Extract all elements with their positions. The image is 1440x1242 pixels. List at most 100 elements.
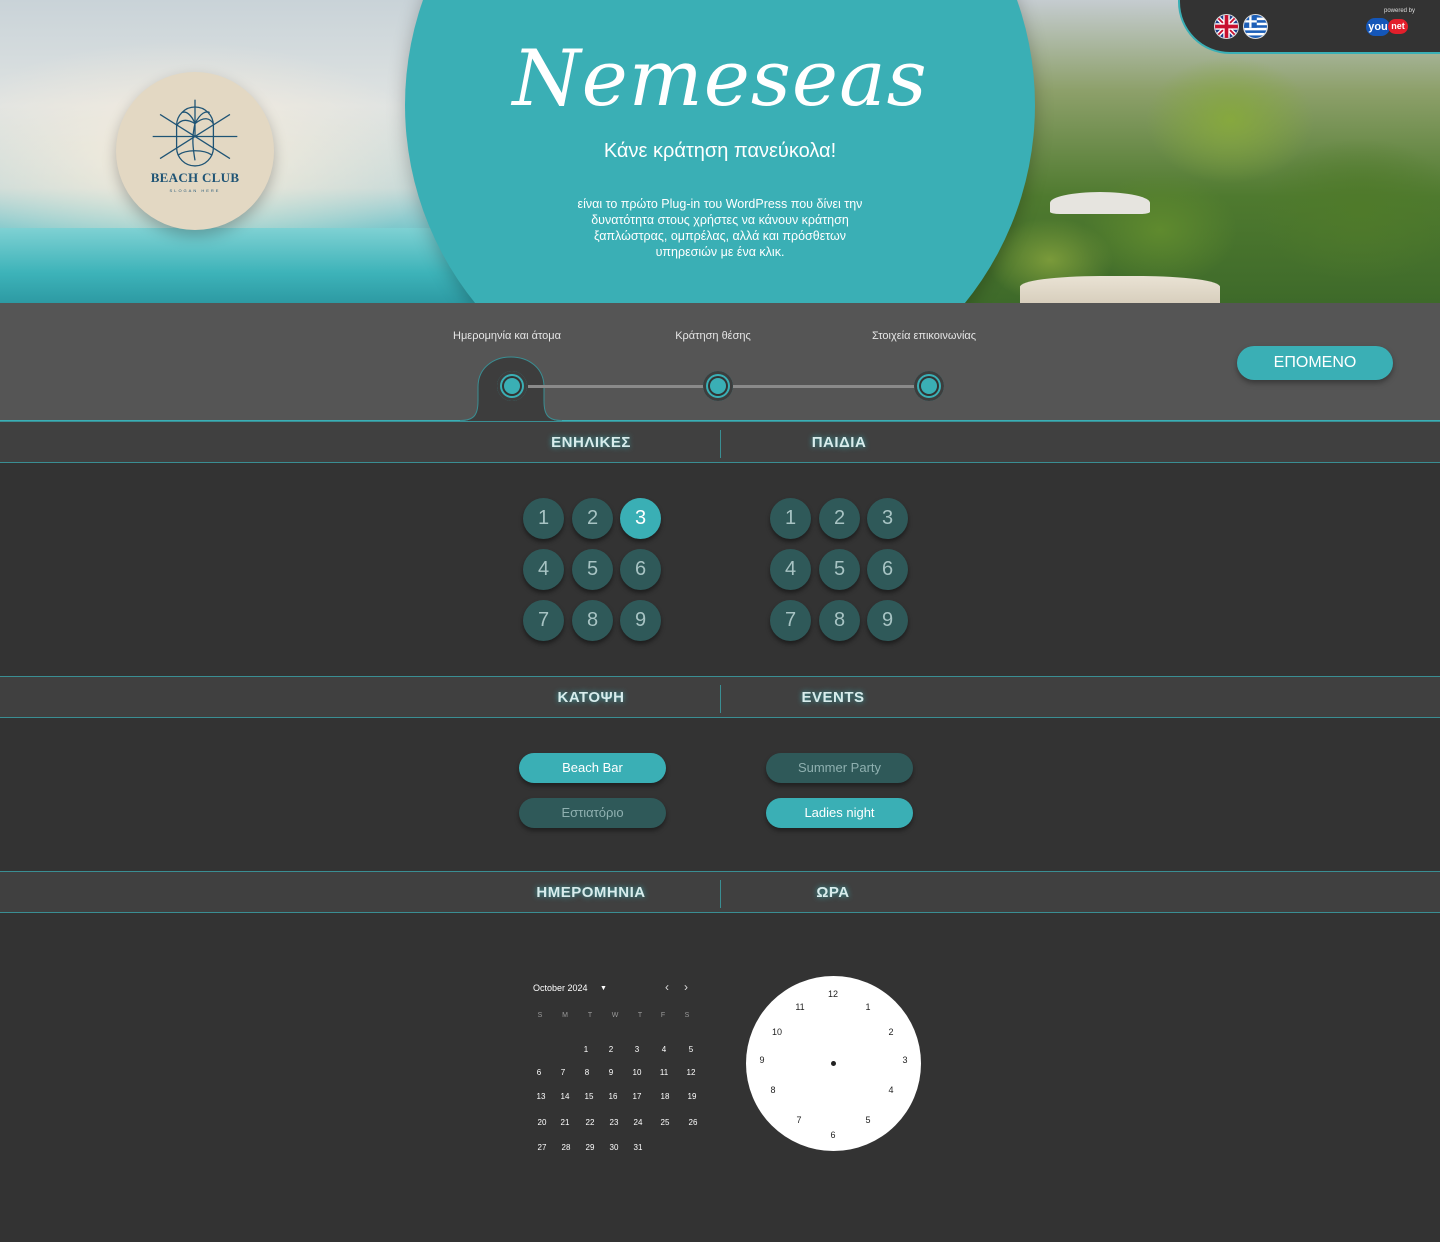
adults-option-2[interactable]: 2	[572, 498, 613, 539]
weekday-label: T	[637, 1012, 643, 1019]
children-option-8[interactable]: 8	[819, 600, 860, 641]
calendar-day[interactable]: 8	[575, 1068, 599, 1077]
caret-down-icon[interactable]: ▼	[600, 985, 607, 992]
calendar-day[interactable]: 14	[553, 1092, 577, 1101]
calendar-day[interactable]: 30	[602, 1143, 626, 1152]
calendar-day[interactable]: 18	[653, 1092, 677, 1101]
greek-flag-icon[interactable]	[1243, 14, 1268, 39]
children-option-2[interactable]: 2	[819, 498, 860, 539]
step-dot-date[interactable]	[497, 371, 527, 401]
step-label-contact: Στοιχεία επικοινωνίας	[871, 330, 977, 342]
weekday-label: T	[587, 1012, 593, 1019]
floor-title: ΚΑΤΟΨΗ	[557, 689, 625, 706]
calendar-day[interactable]: 7	[551, 1068, 575, 1077]
calendar-day[interactable]: 13	[529, 1092, 553, 1101]
event-ladies-night[interactable]: Ladies night	[766, 798, 913, 828]
calendar-day[interactable]: 12	[679, 1068, 703, 1077]
younet-you: you	[1366, 18, 1390, 36]
children-option-7[interactable]: 7	[770, 600, 811, 641]
adults-option-8[interactable]: 8	[572, 600, 613, 641]
calendar-day[interactable]: 2	[599, 1045, 623, 1054]
step-connector-2	[733, 385, 915, 388]
calendar-day[interactable]: 6	[527, 1068, 551, 1077]
date-title: ΗΜΕΡΟΜΗΝΙΑ	[536, 884, 646, 901]
logo-slogan: SLOGAN HERE	[169, 187, 221, 193]
calendar-day[interactable]: 23	[602, 1118, 626, 1127]
calendar-day[interactable]: 25	[653, 1118, 677, 1127]
adults-option-6[interactable]: 6	[620, 549, 661, 590]
children-option-1[interactable]: 1	[770, 498, 811, 539]
events-title: EVENTS	[801, 689, 865, 706]
clock-number[interactable]: 1	[858, 1002, 878, 1012]
adults-option-4[interactable]: 4	[523, 549, 564, 590]
children-option-3[interactable]: 3	[867, 498, 908, 539]
chevron-right-icon[interactable]: ›	[684, 980, 688, 994]
calendar-day[interactable]: 20	[530, 1118, 554, 1127]
younet-logo[interactable]: you net	[1366, 17, 1410, 36]
calendar-day[interactable]: 16	[601, 1092, 625, 1101]
beach-club-logo[interactable]: BEACH CLUB SLOGAN HERE	[116, 72, 274, 230]
children-option-4[interactable]: 4	[770, 549, 811, 590]
header-divider	[720, 685, 721, 713]
header-divider	[720, 430, 721, 458]
calendar-day[interactable]: 17	[625, 1092, 649, 1101]
calendar-day[interactable]: 4	[652, 1045, 676, 1054]
calendar-day[interactable]: 21	[553, 1118, 577, 1127]
adults-option-9[interactable]: 9	[620, 600, 661, 641]
clock-number[interactable]: 6	[823, 1130, 843, 1140]
children-option-9[interactable]: 9	[867, 600, 908, 641]
calendar-day[interactable]: 1	[574, 1045, 598, 1054]
chevron-left-icon[interactable]: ‹	[665, 980, 669, 994]
area-beach-bar[interactable]: Beach Bar	[519, 753, 666, 783]
step-label-seat: Κράτηση θέσης	[675, 330, 751, 342]
calendar-day[interactable]: 24	[626, 1118, 650, 1127]
step-label-date: Ημερομηνία και άτομα	[453, 330, 561, 342]
clock-number[interactable]: 12	[823, 989, 843, 999]
brand-title: Nemeseas	[512, 34, 928, 124]
children-title: ΠΑΙΔΙΑ	[811, 434, 867, 451]
weekday-label: W	[611, 1012, 619, 1019]
children-option-6[interactable]: 6	[867, 549, 908, 590]
calendar-day[interactable]: 15	[577, 1092, 601, 1101]
adults-option-5[interactable]: 5	[572, 549, 613, 590]
step-dot-seat[interactable]	[703, 371, 733, 401]
calendar-day[interactable]: 19	[680, 1092, 704, 1101]
calendar-day[interactable]: 3	[625, 1045, 649, 1054]
step-dot-contact[interactable]	[914, 371, 944, 401]
clock-number[interactable]: 7	[789, 1115, 809, 1125]
clock-number[interactable]: 10	[767, 1027, 787, 1037]
clock-number[interactable]: 8	[763, 1085, 783, 1095]
clock-number[interactable]: 4	[881, 1085, 901, 1095]
areas-header: ΚΑΤΟΨΗ EVENTS	[0, 676, 1440, 718]
calendar-day[interactable]: 10	[625, 1068, 649, 1077]
calendar-day[interactable]: 22	[578, 1118, 602, 1127]
adults-option-7[interactable]: 7	[523, 600, 564, 641]
calendar-day[interactable]: 31	[626, 1143, 650, 1152]
adults-option-1[interactable]: 1	[523, 498, 564, 539]
calendar-day[interactable]: 29	[578, 1143, 602, 1152]
clock-number[interactable]: 9	[752, 1055, 772, 1065]
calendar-day[interactable]: 28	[554, 1143, 578, 1152]
area-restaurant[interactable]: Εστιατόριο	[519, 798, 666, 828]
adults-option-3[interactable]: 3	[620, 498, 661, 539]
calendar-month-label[interactable]: October 2024	[533, 983, 588, 993]
uk-flag-icon[interactable]	[1214, 14, 1239, 39]
hero-description: είναι το πρώτο Plug-in του WordPress που…	[577, 197, 863, 259]
event-summer-party[interactable]: Summer Party	[766, 753, 913, 783]
calendar-day[interactable]: 5	[679, 1045, 703, 1054]
clock-number[interactable]: 2	[881, 1027, 901, 1037]
clock-number[interactable]: 5	[858, 1115, 878, 1125]
calendar-day[interactable]: 9	[599, 1068, 623, 1077]
clock-number[interactable]: 3	[895, 1055, 915, 1065]
weekday-label: S	[684, 1012, 690, 1019]
calendar-day[interactable]: 27	[530, 1143, 554, 1152]
calendar-day[interactable]: 11	[652, 1068, 676, 1077]
step-connector-1	[528, 385, 704, 388]
header-divider	[720, 880, 721, 908]
clock-number[interactable]: 11	[790, 1002, 810, 1012]
calendar-day[interactable]: 26	[681, 1118, 705, 1127]
children-option-5[interactable]: 5	[819, 549, 860, 590]
next-button[interactable]: ΕΠΟΜΕΝΟ	[1237, 346, 1393, 380]
time-title: ΩΡΑ	[816, 884, 850, 901]
weekday-label: F	[660, 1012, 666, 1019]
